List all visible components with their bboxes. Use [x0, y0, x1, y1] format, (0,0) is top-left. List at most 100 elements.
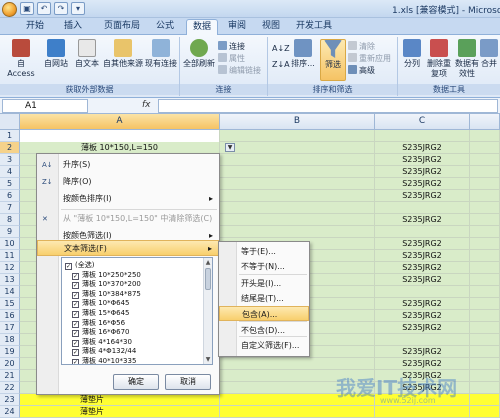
cell-d[interactable]: [470, 250, 500, 262]
checkbox-checked-icon[interactable]: ✓: [65, 263, 72, 270]
cell-c[interactable]: S235JRG2: [375, 322, 470, 334]
cell-c[interactable]: S235JRG2: [375, 154, 470, 166]
value-list-scrollbar[interactable]: ▲ ▼: [203, 258, 212, 364]
cell-b[interactable]: [220, 142, 375, 154]
cell-d[interactable]: [470, 406, 500, 418]
filter-value-checkbox[interactable]: ✓ 薄板 10*370*200: [72, 279, 141, 290]
filter-value-checkbox[interactable]: ✓ 薄板 15*Φ645: [72, 308, 130, 318]
cell-c[interactable]: S235JRG2: [375, 250, 470, 262]
undo-icon[interactable]: ↶: [37, 2, 51, 15]
consolidate-button[interactable]: 合并: [480, 39, 498, 69]
sort-descending-item[interactable]: Z↓ 降序(O): [37, 174, 219, 190]
row-header[interactable]: 20: [0, 358, 20, 370]
row-header[interactable]: 18: [0, 334, 20, 346]
cell-d[interactable]: [470, 370, 500, 382]
contains-item[interactable]: 包含(A)...: [219, 306, 309, 321]
cell-a[interactable]: 薄垫片: [20, 394, 220, 406]
filter-value-checkbox[interactable]: ✓ 薄板 10*250*250: [72, 270, 141, 280]
row-header[interactable]: 5: [0, 178, 20, 190]
clear-button[interactable]: 清除: [348, 41, 375, 52]
cell-c[interactable]: [375, 406, 470, 418]
sort-by-color-item[interactable]: 按颜色排序(I) ▸: [37, 191, 219, 207]
sort-descending-button[interactable]: Z↓A: [272, 59, 290, 70]
tab-review[interactable]: 审阅: [222, 19, 252, 35]
cell-b[interactable]: [220, 178, 375, 190]
ok-button[interactable]: 确定: [113, 374, 159, 390]
sort-ascending-item[interactable]: A↓ 升序(S): [37, 157, 219, 173]
cell-b[interactable]: [220, 406, 375, 418]
existing-connections-button[interactable]: 现有连接: [144, 39, 178, 69]
cell-b[interactable]: [220, 226, 375, 238]
refresh-all-button[interactable]: 全部刷新: [182, 39, 216, 69]
row-header[interactable]: 3: [0, 154, 20, 166]
row-header[interactable]: 8: [0, 214, 20, 226]
cell-c[interactable]: [375, 334, 470, 346]
cell-d[interactable]: [470, 238, 500, 250]
scroll-down-icon[interactable]: ▼: [204, 355, 212, 364]
tab-formulas[interactable]: 公式: [150, 19, 180, 35]
equals-item[interactable]: 等于(E)...: [219, 244, 309, 259]
ends-with-item[interactable]: 结尾是(T)...: [219, 291, 309, 306]
cell-c[interactable]: S235JRG2: [375, 298, 470, 310]
properties-button[interactable]: 属性: [218, 53, 245, 64]
from-other-sources-button[interactable]: 自其他来源: [102, 39, 144, 69]
cell-d[interactable]: [470, 142, 500, 154]
advanced-button[interactable]: 高级: [348, 65, 375, 76]
cell-c[interactable]: S235JRG2: [375, 346, 470, 358]
cell-b[interactable]: [220, 214, 375, 226]
custom-filter-item[interactable]: 自定义筛选(F)...: [219, 338, 309, 353]
row-header[interactable]: 14: [0, 286, 20, 298]
row-header[interactable]: 7: [0, 202, 20, 214]
customize-qat-icon[interactable]: ▾: [71, 2, 85, 15]
cell-d[interactable]: [470, 190, 500, 202]
cell-c[interactable]: S235JRG2: [375, 178, 470, 190]
cell-c[interactable]: S235JRG2: [375, 262, 470, 274]
filter-value-checkbox[interactable]: ✓ 薄板 40*10*335: [72, 356, 136, 364]
cell-d[interactable]: [470, 382, 500, 394]
filter-dropdown-arrow-icon[interactable]: ▼: [225, 143, 235, 152]
sort-ascending-button[interactable]: A↓Z: [272, 43, 290, 54]
cell-c[interactable]: [375, 226, 470, 238]
cell-c[interactable]: S235JRG2: [375, 166, 470, 178]
filter-value-checkbox[interactable]: ✓ 薄板 16*Φ56: [72, 318, 125, 328]
redo-icon[interactable]: ↷: [54, 2, 68, 15]
name-box[interactable]: A1: [2, 99, 88, 113]
row-header[interactable]: 10: [0, 238, 20, 250]
tab-home[interactable]: 开始: [20, 19, 50, 35]
remove-duplicates-button[interactable]: 删除重复项: [426, 39, 452, 79]
row-header[interactable]: 2: [0, 142, 20, 154]
column-header-b[interactable]: B: [220, 114, 375, 130]
checkbox-checked-icon[interactable]: ✓: [72, 359, 79, 364]
filter-value-checkbox[interactable]: ✓ 薄板 16*Φ670: [72, 327, 130, 338]
row-header[interactable]: 21: [0, 370, 20, 382]
cell-d[interactable]: [470, 166, 500, 178]
cell-b[interactable]: [220, 202, 375, 214]
sort-button[interactable]: 排序...: [288, 39, 318, 69]
cell-d[interactable]: [470, 130, 500, 142]
row-header[interactable]: 9: [0, 226, 20, 238]
cancel-button[interactable]: 取消: [165, 374, 211, 390]
formula-input[interactable]: [158, 99, 498, 113]
column-header-d[interactable]: [470, 114, 500, 130]
clear-filter-item[interactable]: ✕ 从 "薄板 10*150,L=150" 中清除筛选(C): [37, 211, 219, 227]
filter-button[interactable]: 筛选: [320, 39, 346, 81]
connections-button[interactable]: 连接: [218, 41, 245, 52]
save-icon[interactable]: ▣: [20, 2, 34, 15]
cell-d[interactable]: [470, 394, 500, 406]
cell-c[interactable]: [375, 286, 470, 298]
row-header[interactable]: 11: [0, 250, 20, 262]
cell-d[interactable]: [470, 346, 500, 358]
filter-value-checkbox[interactable]: ✓ 薄板 10*384*875: [72, 289, 141, 299]
cell-d[interactable]: [470, 226, 500, 238]
tab-view[interactable]: 视图: [256, 19, 286, 35]
cell-d[interactable]: [470, 334, 500, 346]
cell-d[interactable]: [470, 322, 500, 334]
cell-d[interactable]: [470, 154, 500, 166]
edit-links-button[interactable]: 编辑链接: [218, 65, 261, 76]
text-to-columns-button[interactable]: 分列: [400, 39, 424, 69]
cell-d[interactable]: [470, 298, 500, 310]
cell-d[interactable]: [470, 310, 500, 322]
not-equals-item[interactable]: 不等于(N)...: [219, 259, 309, 274]
tab-developer[interactable]: 开发工具: [290, 19, 338, 35]
cell-c[interactable]: S235JRG2: [375, 310, 470, 322]
